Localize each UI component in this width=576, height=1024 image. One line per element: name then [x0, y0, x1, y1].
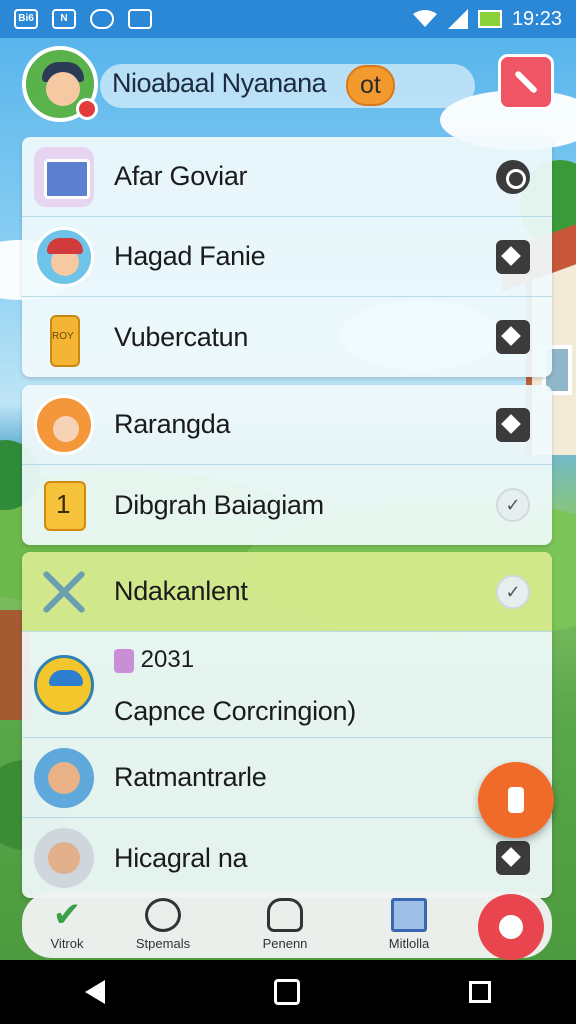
news-icon: Bi6: [14, 9, 38, 29]
list-item-date: 2031: [140, 646, 195, 673]
list-item-label: Rarangda: [114, 409, 231, 439]
profile-button[interactable]: [478, 894, 544, 960]
target-icon: [145, 898, 181, 932]
list-item-label: Dibgrah Baiagiam: [114, 489, 324, 520]
pin-icon[interactable]: [496, 159, 530, 194]
nav-label: Mitlolla: [388, 936, 430, 951]
nav-label: Stpemals: [135, 936, 191, 951]
bottom-navigation: ✔ Vitrok Stpemals Penenn Mitlolla: [22, 892, 552, 958]
list-item[interactable]: ROY Vubercatun: [22, 297, 552, 377]
notification-badge: [76, 98, 98, 120]
document-icon: [34, 146, 94, 207]
nav-label: Vitrok: [50, 936, 84, 951]
diamond-icon[interactable]: [496, 841, 530, 875]
wifi-icon: [412, 10, 437, 27]
floating-action-button[interactable]: [478, 762, 554, 838]
diamond-icon[interactable]: [496, 239, 530, 274]
edit-button[interactable]: [498, 54, 554, 110]
system-navigation-bar: [0, 960, 576, 1024]
list-item-label: Afar Goviar: [114, 161, 248, 191]
bottle-icon: ROY: [34, 307, 94, 367]
document-icon: [391, 898, 427, 932]
list-card: Rarangda 1 Dibgrah Baiagiam ✓: [22, 385, 552, 545]
signal-icon: [447, 9, 468, 29]
check-icon[interactable]: ✓: [496, 574, 530, 609]
back-icon[interactable]: [84, 980, 105, 1004]
list-item-highlighted[interactable]: Ndakanlent ✓: [22, 552, 552, 632]
pencil-icon: [513, 69, 539, 95]
nav-item-vitrok[interactable]: ✔ Vitrok: [22, 898, 112, 951]
cloud-icon: [267, 898, 303, 932]
number-one-icon: 1: [34, 475, 94, 535]
list-item[interactable]: Ratmantrarle: [22, 738, 552, 818]
list-card: Ndakanlent ✓ 2031 Capnce Corcringion) Ra…: [22, 552, 552, 898]
list-item[interactable]: 1 Dibgrah Baiagiam ✓: [22, 465, 552, 545]
shield-icon: [90, 9, 114, 29]
man-avatar-icon: [34, 747, 94, 808]
list-item-label: Hagad Fanie: [114, 241, 266, 271]
page-title: Nioabaal Nyanana: [112, 68, 327, 98]
clipboard-icon: [128, 9, 152, 29]
list-item-sublabel: 2031: [114, 646, 194, 674]
girl-avatar-icon: [34, 394, 94, 455]
diamond-icon[interactable]: [496, 407, 530, 442]
list-item-label: Capnce Corcringion): [114, 696, 356, 726]
list-item-label: Ndakanlent: [114, 576, 248, 606]
recent-apps-icon[interactable]: [469, 981, 492, 1003]
list-item[interactable]: 2031 Capnce Corcringion): [22, 632, 552, 738]
person-icon: [499, 915, 523, 939]
status-time: 19:23: [511, 7, 562, 30]
man-avatar-icon: [34, 828, 94, 888]
list-item[interactable]: Hicagral na: [22, 818, 552, 898]
home-icon[interactable]: [273, 979, 300, 1005]
bottle-icon-text: ROY: [52, 331, 74, 342]
check-icon: ✔: [52, 896, 82, 934]
list-item[interactable]: Rarangda: [22, 385, 552, 465]
list-item-label: Hicagral na: [114, 842, 248, 873]
list-item-label: Ratmantrarle: [114, 762, 267, 792]
status-bar: Bi6 N 19:23: [0, 0, 576, 38]
nav-item-stpemals[interactable]: Stpemals: [118, 898, 208, 951]
list-card: Afar Goviar Hagad Fanie ROY Vubercatun: [22, 137, 552, 377]
check-icon[interactable]: ✓: [496, 488, 530, 522]
nav-item-penenn[interactable]: Penenn: [240, 898, 330, 951]
number-icon-text: 1: [56, 489, 71, 519]
list-item[interactable]: Afar Goviar: [22, 137, 552, 217]
bottle-icon: [508, 787, 524, 813]
calendar-icon: [114, 648, 134, 673]
nav-item-mitlolla[interactable]: Mitlolla: [364, 898, 454, 951]
list-item[interactable]: Hagad Fanie: [22, 217, 552, 297]
app-header: Nioabaal Nyanana ot: [0, 38, 576, 130]
nav-label: Penenn: [262, 936, 308, 951]
boy-avatar-icon: [34, 226, 94, 287]
photo-icon: N: [52, 9, 76, 29]
cap-avatar-icon: [34, 654, 94, 715]
diamond-icon[interactable]: [496, 320, 530, 354]
title-tag[interactable]: ot: [346, 65, 395, 106]
cross-icon: [34, 562, 94, 622]
list-item-label: Vubercatun: [114, 321, 249, 352]
battery-icon: [477, 10, 502, 28]
